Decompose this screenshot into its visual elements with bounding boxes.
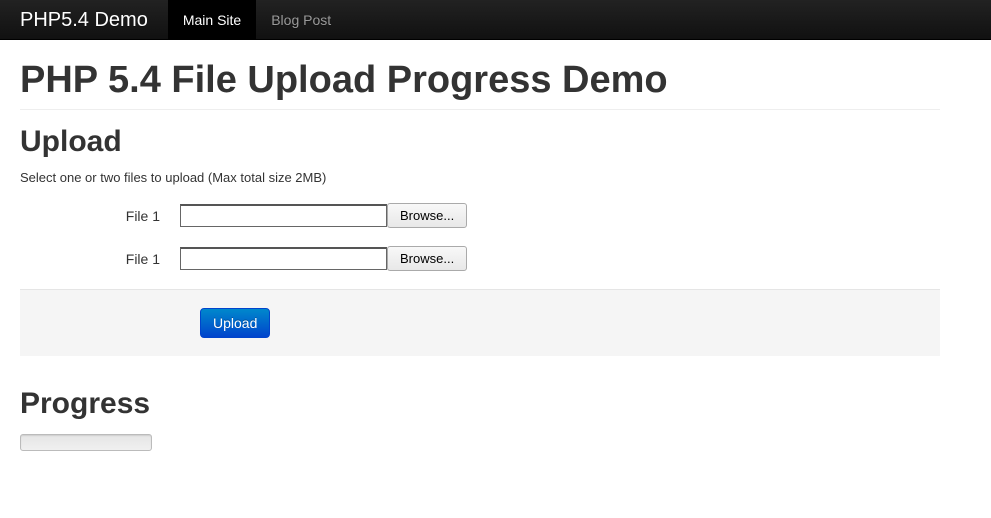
- file-input-wrap-2: Browse...: [180, 246, 467, 271]
- nav-item-blog-post[interactable]: Blog Post: [256, 0, 346, 40]
- navbar: PHP5.4 Demo Main Site Blog Post: [0, 0, 991, 40]
- browse-button-1[interactable]: Browse...: [387, 203, 467, 228]
- file-text-1[interactable]: [180, 204, 387, 227]
- nav-link-blog-post[interactable]: Blog Post: [256, 0, 346, 40]
- form-actions: Upload: [20, 289, 940, 356]
- file-label-2: File 1: [20, 251, 180, 267]
- upload-form: File 1 Browse... File 1 Browse... Upload: [20, 203, 940, 356]
- page-title: PHP 5.4 File Upload Progress Demo: [20, 60, 940, 110]
- progress-bar: [20, 434, 152, 451]
- file-group-1: File 1 Browse...: [20, 203, 940, 228]
- upload-help-text: Select one or two files to upload (Max t…: [20, 170, 940, 185]
- file-label-1: File 1: [20, 208, 180, 224]
- upload-heading: Upload: [20, 124, 940, 160]
- navbar-brand: PHP5.4 Demo: [0, 0, 168, 40]
- browse-button-2[interactable]: Browse...: [387, 246, 467, 271]
- file-input-wrap-1: Browse...: [180, 203, 467, 228]
- progress-section: Progress: [20, 386, 940, 451]
- progress-heading: Progress: [20, 386, 940, 422]
- upload-button[interactable]: Upload: [200, 308, 270, 338]
- file-group-2: File 1 Browse...: [20, 246, 940, 271]
- nav-item-main-site[interactable]: Main Site: [168, 0, 256, 40]
- nav-link-main-site[interactable]: Main Site: [168, 0, 256, 40]
- main-container: PHP 5.4 File Upload Progress Demo Upload…: [0, 40, 960, 471]
- navbar-nav: Main Site Blog Post: [168, 0, 346, 40]
- file-text-2[interactable]: [180, 247, 387, 270]
